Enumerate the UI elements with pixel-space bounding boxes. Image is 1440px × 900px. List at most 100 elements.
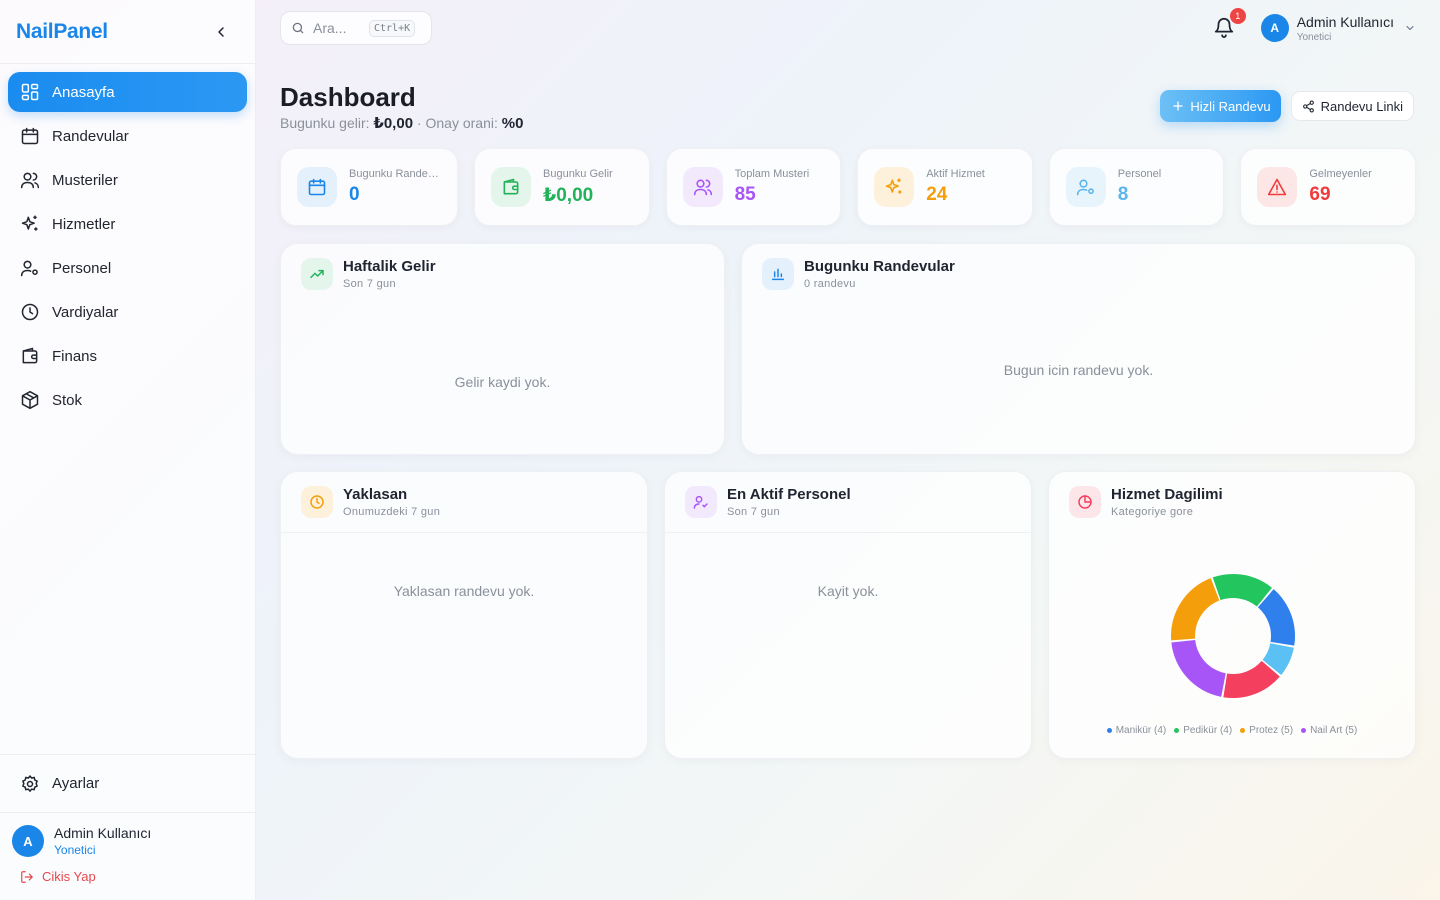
stat-value: 69: [1309, 184, 1331, 205]
panel-header: Yaklasan Onumuzdeki 7 gun: [281, 472, 647, 532]
stat-card-active-services[interactable]: Aktif Hizmet 24: [857, 148, 1033, 226]
sidebar-item-ayarlar[interactable]: Ayarlar: [0, 754, 255, 812]
stat-icon-bg: [874, 167, 915, 207]
panel-divider: [665, 532, 1031, 533]
donut-slice-4[interactable]: [1171, 640, 1226, 697]
panel-subtitle: 0 randevu: [804, 278, 856, 290]
page-subtitle: Bugunku gelir: ₺0,00 · Onay orani: %0: [280, 114, 523, 132]
notification-badge: 1: [1229, 8, 1246, 24]
wallet-icon: [20, 346, 40, 366]
revenue-value: ₺0,00: [373, 115, 414, 132]
legend-label: Protez (5): [1249, 725, 1294, 736]
panel-header: Bugunku Randevular 0 randevu: [742, 244, 1415, 304]
clock-icon: [20, 302, 40, 322]
panel-titles: Haftalik Gelir Son 7 gun: [343, 258, 436, 290]
bar-chart-icon: [771, 268, 785, 281]
brand-logo[interactable]: NailPanel: [16, 20, 108, 44]
legend-item: Manikür (4): [1106, 725, 1167, 736]
panel-header: En Aktif Personel Son 7 gun: [665, 472, 1031, 532]
stat-label: Aktif Hizmet: [926, 168, 985, 180]
legend-dot: [1174, 728, 1180, 733]
most-active-staff-panel: En Aktif Personel Son 7 gun Kayit yok.: [664, 471, 1032, 759]
quick-appointment-button[interactable]: Hizli Randevu: [1160, 90, 1281, 122]
stat-label: Toplam Musteri: [734, 168, 810, 180]
sidebar-item-anasayfa[interactable]: Anasayfa: [8, 72, 247, 112]
sidebar-item-label: Stok: [52, 391, 83, 409]
sidebar-item-finans[interactable]: Finans: [8, 336, 247, 376]
panel-subtitle: Onumuzdeki 7 gun: [343, 506, 441, 518]
sidebar-item-stok[interactable]: Stok: [8, 380, 247, 420]
button-label: Hizli Randevu: [1190, 98, 1271, 114]
stat-icon-bg: [1257, 167, 1298, 207]
package-icon: [20, 390, 40, 410]
notifications-button[interactable]: 1: [1213, 8, 1246, 40]
sidebar-item-label: Anasayfa: [52, 83, 115, 101]
stat-text: Bugunku Gelir ₺0,00: [543, 168, 613, 207]
panel-titles: En Aktif Personel Son 7 gun: [727, 486, 851, 518]
sidebar-user[interactable]: A Admin Kullanıcı Yonetici: [12, 825, 243, 857]
search-box[interactable]: Ctrl+K: [280, 11, 432, 45]
page-title: Dashboard: [280, 82, 416, 112]
empty-state: Bugun icin randevu yok.: [1003, 362, 1154, 378]
stat-text: Toplam Musteri 85: [735, 168, 810, 206]
legend-label: Manikür (4): [1115, 725, 1167, 736]
sidebar-item-label: Ayarlar: [52, 775, 100, 792]
panel-header: Haftalik Gelir Son 7 gun: [281, 244, 724, 304]
sidebar-item-vardiyalar[interactable]: Vardiyalar: [8, 292, 247, 332]
users-icon: [693, 179, 712, 196]
stat-card-todays-appointments[interactable]: Bugunku Randevular 0: [280, 148, 458, 226]
user-cog-icon: [20, 258, 40, 278]
stat-label: Bugunku Randevular: [349, 168, 441, 180]
sidebar-nav: Anasayfa Randevular Musteriler Hizmetler…: [0, 64, 255, 432]
panel-title: En Aktif Personel: [727, 486, 851, 503]
user-info: Admin Kullanıcı Yonetici: [1297, 14, 1394, 43]
share-icon: [1302, 100, 1314, 112]
stat-icon-bg: [297, 167, 337, 207]
user-role: Yonetici: [1296, 31, 1332, 43]
panel-divider: [281, 532, 647, 533]
upcoming-panel: Yaklasan Onumuzdeki 7 gun Yaklasan rande…: [280, 471, 648, 759]
stat-card-no-shows[interactable]: Gelmeyenler 69: [1240, 148, 1416, 226]
appointment-link-button[interactable]: Randevu Linki: [1290, 91, 1414, 121]
stat-text: Bugunku Randevular 0: [349, 168, 441, 206]
sidebar-item-randevular[interactable]: Randevular: [8, 116, 247, 156]
stat-icon-bg: [491, 167, 531, 207]
user-name: Admin Kullanıcı: [1296, 13, 1394, 30]
panel-icon-bg: [762, 258, 794, 290]
user-menu[interactable]: A Admin Kullanıcı Yonetici: [1260, 14, 1416, 43]
approval-value: %0: [501, 115, 524, 132]
empty-state: Yaklasan randevu yok.: [393, 583, 535, 599]
chevron-left-icon: [218, 26, 224, 37]
stat-card-todays-revenue[interactable]: Bugunku Gelir ₺0,00: [474, 148, 650, 226]
sidebar-item-label: Personel: [52, 259, 112, 277]
search-input[interactable]: [313, 20, 369, 36]
legend-label: Nail Art (5): [1310, 725, 1358, 736]
stat-label: Personel: [1117, 168, 1162, 180]
sidebar-item-label: Randevular: [52, 127, 129, 145]
user-check-icon: [693, 495, 708, 509]
todays-appointments-panel: Bugunku Randevular 0 randevu Bugun icin …: [741, 243, 1416, 455]
stat-text: Aktif Hizmet 24: [926, 168, 985, 206]
sidebar-item-musteriler[interactable]: Musteriler: [8, 160, 247, 200]
service-donut-chart: [1171, 574, 1295, 698]
sidebar-item-hizmetler[interactable]: Hizmetler: [8, 204, 247, 244]
chevron-down-icon: [1406, 25, 1414, 31]
dashboard-icon: [20, 82, 40, 102]
calendar-icon: [20, 126, 40, 146]
button-label: Randevu Linki: [1320, 98, 1403, 114]
collapse-sidebar-button[interactable]: [211, 22, 231, 42]
sidebar-item-personel[interactable]: Personel: [8, 248, 247, 288]
logout-button[interactable]: Cikis Yap: [12, 869, 243, 884]
panel-icon-bg: [1069, 486, 1101, 518]
stat-value: 24: [926, 184, 948, 205]
stat-card-staff[interactable]: Personel 8: [1048, 148, 1225, 226]
sidebar-bottom: Ayarlar A Admin Kullanıcı Yonetici Cikis…: [0, 754, 255, 900]
donut-slice-5[interactable]: [1171, 578, 1220, 641]
stat-text: Personel 8: [1118, 168, 1161, 206]
avatar: A: [1260, 14, 1289, 42]
subtitle-separator: ·: [413, 115, 426, 131]
stats-row: Bugunku Randevular 0 Bugunku Gelir ₺0,00…: [280, 148, 1416, 226]
chart-legend: Manikür (4) Pedikür (4) Protez (5) Nail …: [1049, 725, 1415, 736]
sparkles-icon: [885, 178, 902, 194]
stat-card-total-customers[interactable]: Toplam Musteri 85: [665, 148, 842, 226]
